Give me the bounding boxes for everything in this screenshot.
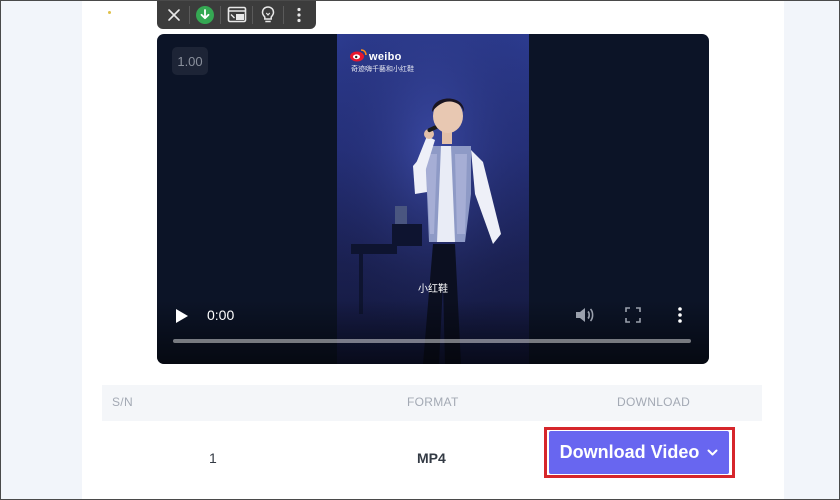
toolbar-lightbulb-button[interactable]: [254, 2, 282, 28]
current-time: 0:00: [207, 307, 235, 323]
lightbulb-icon: [261, 6, 274, 23]
toolbar-separator: [282, 6, 284, 24]
close-icon: [168, 9, 180, 21]
header-sn: S/N: [112, 395, 133, 409]
row-sn: 1: [209, 450, 217, 466]
weibo-logo-icon: [350, 49, 367, 62]
weibo-brand-text: weibo: [369, 51, 402, 63]
toolbar-close-button[interactable]: [160, 2, 188, 28]
table-header: S/N FORMAT DOWNLOAD: [102, 385, 762, 421]
toolbar-separator: [220, 6, 222, 24]
more-vertical-icon: [297, 7, 301, 23]
toolbar-separator: [189, 6, 191, 24]
page-marker: [108, 11, 111, 14]
video-player[interactable]: 1.00 weibo 奇迹嗨千藝和小红鞋 小红鞋 0:00: [157, 34, 709, 364]
playback-speed-badge[interactable]: 1.00: [172, 47, 208, 75]
floating-toolbar: [157, 1, 316, 29]
header-download: DOWNLOAD: [617, 395, 691, 409]
play-icon[interactable]: [175, 308, 189, 324]
picture-in-picture-icon: [227, 6, 246, 23]
chevron-down-icon: [707, 449, 718, 455]
video-subtitle: 小红鞋: [418, 284, 448, 295]
download-icon: [196, 6, 215, 24]
header-format: FORMAT: [407, 395, 459, 409]
more-vertical-icon[interactable]: [677, 306, 683, 324]
toolbar-pip-button[interactable]: [222, 2, 250, 28]
progress-bar[interactable]: [173, 339, 691, 343]
fullscreen-icon[interactable]: [625, 307, 641, 323]
toolbar-more-button[interactable]: [285, 2, 313, 28]
toolbar-download-button[interactable]: [191, 2, 219, 28]
toolbar-separator: [251, 6, 253, 24]
weibo-watermark-line: 奇迹嗨千藝和小红鞋: [351, 66, 414, 73]
row-format: MP4: [417, 450, 446, 466]
download-video-label: Download Video: [559, 442, 700, 462]
download-video-button[interactable]: Download Video: [549, 431, 729, 474]
volume-icon[interactable]: [574, 306, 594, 324]
